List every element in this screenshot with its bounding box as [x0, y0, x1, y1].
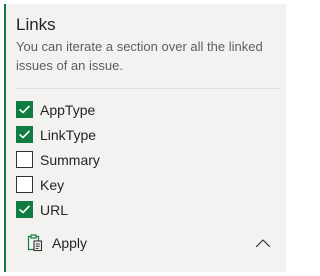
checkbox-label: Key — [40, 176, 65, 193]
chevron-up-icon — [255, 239, 271, 248]
checkbox[interactable] — [16, 151, 33, 168]
collapse-button[interactable] — [252, 232, 274, 254]
divider — [16, 88, 280, 89]
checkbox-label: LinkType — [40, 126, 97, 143]
field-checklist: AppType LinkType Summary Key URL — [16, 97, 100, 222]
panel-title: Links — [16, 15, 56, 34]
apply-button[interactable]: Apply — [22, 232, 91, 254]
checkbox[interactable] — [16, 176, 33, 193]
checkmark-icon — [19, 105, 30, 114]
panel-description: You can iterate a section over all the l… — [16, 39, 263, 73]
checkbox-item-url[interactable]: URL — [16, 197, 100, 222]
checkbox[interactable] — [16, 201, 33, 218]
checkbox-item-key[interactable]: Key — [16, 172, 100, 197]
apply-label: Apply — [52, 235, 88, 251]
checkbox-item-apptype[interactable]: AppType — [16, 97, 100, 122]
checkmark-icon — [19, 205, 30, 214]
checkbox-label: URL — [40, 201, 69, 218]
checkmark-icon — [19, 130, 30, 139]
checkbox-label: Summary — [40, 151, 100, 168]
checkbox-item-linktype[interactable]: LinkType — [16, 122, 100, 147]
checkbox-item-summary[interactable]: Summary — [16, 147, 100, 172]
links-panel: Links You can iterate a section over all… — [4, 4, 286, 272]
clipboard-icon — [26, 234, 44, 252]
checkbox-label: AppType — [40, 101, 96, 118]
checkbox[interactable] — [16, 126, 33, 143]
footer-row: Apply — [16, 230, 278, 256]
checkbox[interactable] — [16, 101, 33, 118]
